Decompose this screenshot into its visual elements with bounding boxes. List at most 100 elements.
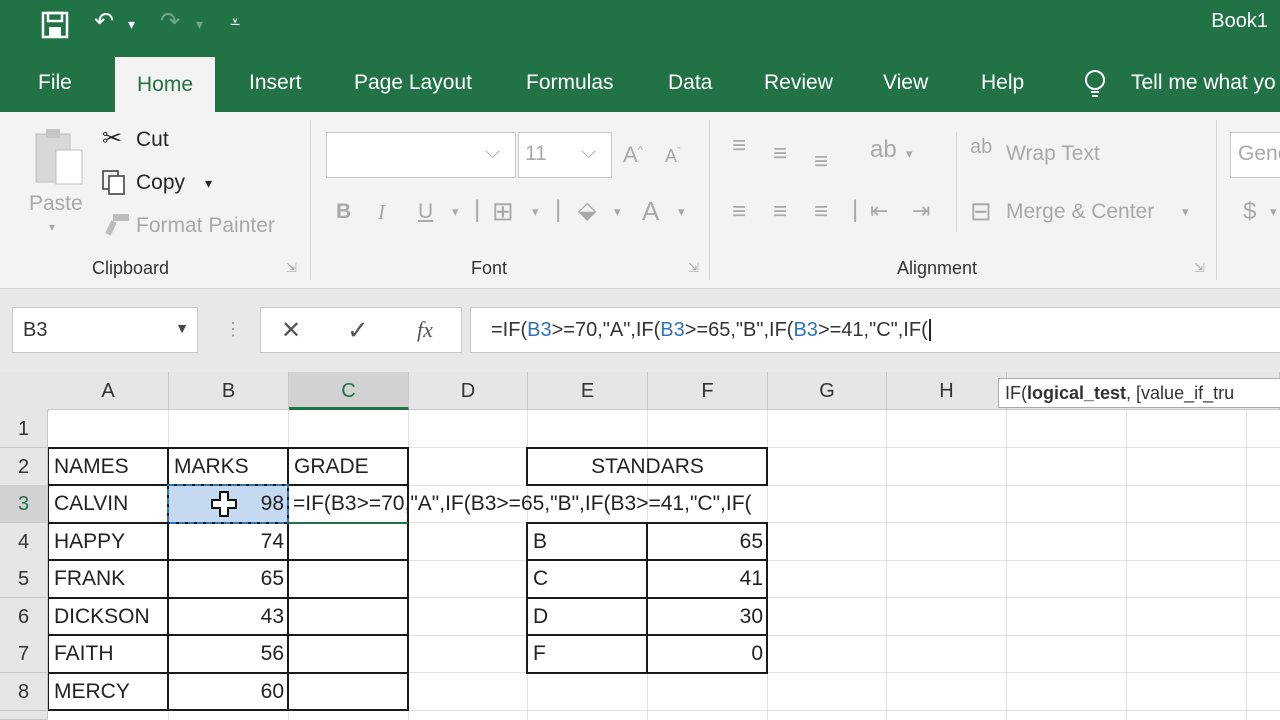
customize-qat-icon[interactable]: ⩡ [230, 8, 240, 36]
bold-button[interactable]: B [336, 200, 351, 224]
tab-file[interactable]: File [38, 69, 72, 97]
standard-min-cell[interactable]: 41 [649, 561, 763, 597]
borders-dropdown-icon[interactable]: ▾ [532, 204, 539, 220]
standard-min-cell[interactable]: 65 [649, 524, 763, 560]
paste-icon[interactable] [32, 126, 86, 196]
column-header[interactable]: F [648, 372, 768, 410]
tab-help[interactable]: Help [981, 69, 1024, 97]
copy-button[interactable]: Copy [136, 171, 185, 195]
align-right-icon[interactable]: ≡ [814, 198, 828, 226]
standard-grade-cell[interactable]: D [533, 599, 548, 635]
increase-indent-icon[interactable]: ⇥ [912, 198, 930, 224]
column-header[interactable]: A [48, 372, 169, 410]
select-all-corner[interactable] [0, 372, 49, 411]
name-cell[interactable]: FAITH [54, 636, 114, 672]
align-top-icon[interactable]: ≡ [732, 132, 746, 160]
row-header[interactable]: 2 [0, 448, 48, 486]
name-box[interactable]: B3 ▼ [12, 307, 198, 353]
font-size-select[interactable]: 11 ⌵ [518, 132, 612, 178]
column-header[interactable]: G [768, 372, 887, 410]
drag-handle-icon[interactable]: ⋮ [224, 319, 242, 340]
column-header[interactable]: B [169, 372, 289, 410]
row-header[interactable]: 3 [0, 485, 48, 523]
table-header-cell[interactable]: MARKS [174, 449, 249, 485]
name-cell[interactable]: FRANK [54, 561, 125, 597]
font-launcher-icon[interactable]: ⇲ [688, 260, 699, 276]
row-header[interactable]: 7 [0, 635, 48, 673]
merge-dropdown-icon[interactable]: ▾ [1182, 204, 1189, 220]
font-color-button[interactable]: A [642, 196, 659, 227]
enter-button[interactable]: ✓ [347, 315, 369, 346]
marks-cell[interactable]: 65 [170, 561, 284, 597]
redo-icon[interactable]: ↷ [160, 8, 180, 36]
table-header-cell[interactable]: NAMES [54, 449, 129, 485]
align-middle-icon[interactable]: ≡ [773, 140, 787, 168]
alignment-launcher-icon[interactable]: ⇲ [1194, 260, 1205, 276]
number-format-select[interactable]: Gene [1230, 132, 1280, 178]
row-header[interactable]: 6 [0, 598, 48, 636]
row-header[interactable]: 4 [0, 523, 48, 561]
formula-input[interactable]: =IF(B3>=70,"A",IF(B3>=65,"B",IF(B3>=41,"… [470, 307, 1280, 353]
marks-cell[interactable]: 60 [170, 674, 284, 710]
row-header[interactable]: 5 [0, 560, 48, 598]
row-header[interactable] [0, 711, 48, 720]
undo-dropdown-icon[interactable]: ▾ [128, 10, 135, 38]
standard-grade-cell[interactable]: F [533, 636, 546, 672]
cancel-button[interactable]: ✕ [281, 316, 301, 345]
name-cell[interactable]: MERCY [54, 674, 130, 710]
standard-min-cell[interactable]: 0 [649, 636, 763, 672]
standard-grade-cell[interactable]: B [533, 524, 547, 560]
tab-home[interactable]: Home [115, 57, 216, 112]
standards-title-cell[interactable]: STANDARS [528, 449, 767, 485]
row-header[interactable]: 1 [0, 410, 48, 448]
column-header[interactable]: C [289, 372, 409, 410]
standard-min-cell[interactable]: 30 [649, 599, 763, 635]
copy-dropdown-icon[interactable]: ▾ [205, 175, 212, 192]
name-cell[interactable]: HAPPY [54, 524, 125, 560]
orientation-icon[interactable]: ab [870, 136, 897, 164]
paste-dropdown-icon[interactable]: ▾ [49, 220, 55, 234]
tab-data[interactable]: Data [668, 69, 712, 97]
tab-formulas[interactable]: Formulas [526, 69, 614, 97]
tab-review[interactable]: Review [764, 69, 833, 97]
paste-button[interactable]: Paste [29, 192, 83, 216]
format-painter-button[interactable]: Format Painter [136, 214, 275, 238]
italic-button[interactable]: I [378, 200, 385, 225]
marks-cell[interactable]: 43 [170, 599, 284, 635]
align-bottom-icon[interactable]: ≡ [814, 148, 828, 176]
tell-me-search[interactable]: Tell me what yo [1131, 69, 1276, 97]
marks-cell[interactable]: 56 [170, 636, 284, 672]
font-name-select[interactable]: ⌵ [326, 132, 516, 178]
column-header[interactable]: D [409, 372, 528, 410]
column-header[interactable]: H [887, 372, 1007, 410]
wrap-text-button[interactable]: Wrap Text [1006, 142, 1100, 166]
decrease-indent-icon[interactable]: ⇤ [870, 198, 888, 224]
standard-grade-cell[interactable]: C [533, 561, 548, 597]
borders-icon[interactable]: ⊞ [492, 196, 514, 227]
tab-insert[interactable]: Insert [249, 69, 302, 97]
name-cell[interactable]: CALVIN [54, 486, 128, 522]
column-header[interactable]: E [528, 372, 648, 410]
currency-dropdown-icon[interactable]: ▾ [1270, 204, 1277, 220]
row-header[interactable]: 8 [0, 673, 48, 711]
align-center-icon[interactable]: ≡ [773, 198, 787, 226]
merge-center-button[interactable]: Merge & Center [1006, 200, 1154, 224]
increase-font-icon[interactable]: A^ [623, 142, 643, 168]
cut-button[interactable]: Cut [136, 128, 169, 152]
save-icon[interactable] [40, 10, 70, 40]
underline-button[interactable]: U [418, 200, 433, 224]
tab-page-layout[interactable]: Page Layout [354, 69, 472, 97]
undo-icon[interactable]: ↶ [94, 8, 114, 36]
tab-view[interactable]: View [883, 69, 928, 97]
insert-function-button[interactable]: fx [417, 317, 433, 343]
underline-dropdown-icon[interactable]: ▾ [452, 204, 459, 220]
fill-color-icon[interactable]: ⬙ [578, 196, 596, 225]
table-header-cell[interactable]: GRADE [294, 449, 369, 485]
currency-button[interactable]: $ [1243, 198, 1256, 226]
fill-color-dropdown-icon[interactable]: ▾ [614, 204, 621, 220]
marks-cell[interactable]: 74 [170, 524, 284, 560]
clipboard-launcher-icon[interactable]: ⇲ [286, 260, 297, 276]
decrease-font-icon[interactable]: Aˇ [665, 146, 681, 167]
editing-cell-formula[interactable]: =IF(B3>=70,"A",IF(B3>=65,"B",IF(B3>=41,"… [293, 486, 752, 522]
name-cell[interactable]: DICKSON [54, 599, 150, 635]
